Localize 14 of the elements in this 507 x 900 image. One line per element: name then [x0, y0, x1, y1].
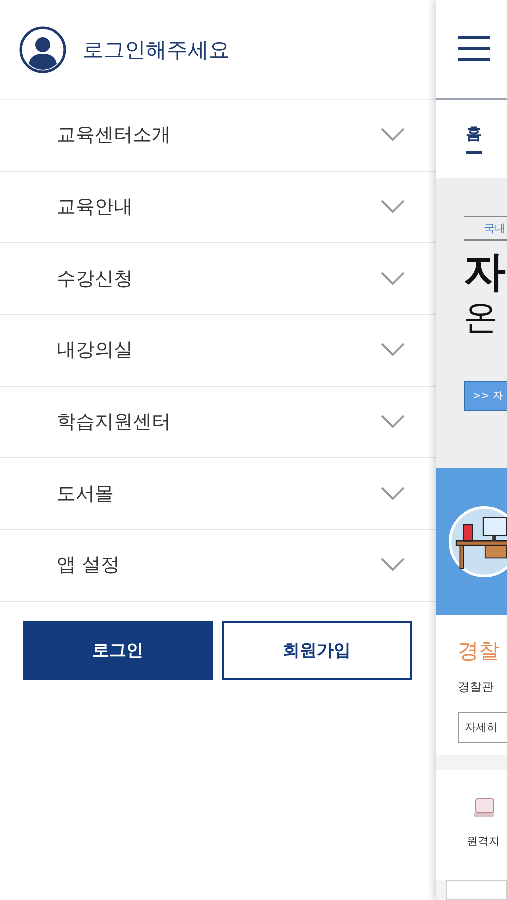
- login-button[interactable]: 로그인: [23, 620, 213, 680]
- card-title: 경찰: [458, 638, 501, 665]
- card-text: 경찰관: [458, 679, 495, 696]
- banner-tag: 국내: [464, 216, 507, 241]
- quick-link-label[interactable]: 원격지: [467, 834, 500, 849]
- laptop-icon[interactable]: [474, 796, 494, 820]
- tab[interactable]: 홈: [466, 124, 482, 154]
- banner-subtitle: 온: [464, 297, 499, 339]
- signup-button[interactable]: 회원가입: [222, 620, 412, 680]
- login-prompt[interactable]: 로그인해주세요: [83, 36, 230, 64]
- details-button[interactable]: 자세히: [458, 712, 507, 743]
- banner-title: 자: [464, 247, 507, 297]
- user-avatar-icon[interactable]: [19, 26, 67, 74]
- menu-icon[interactable]: [457, 36, 491, 62]
